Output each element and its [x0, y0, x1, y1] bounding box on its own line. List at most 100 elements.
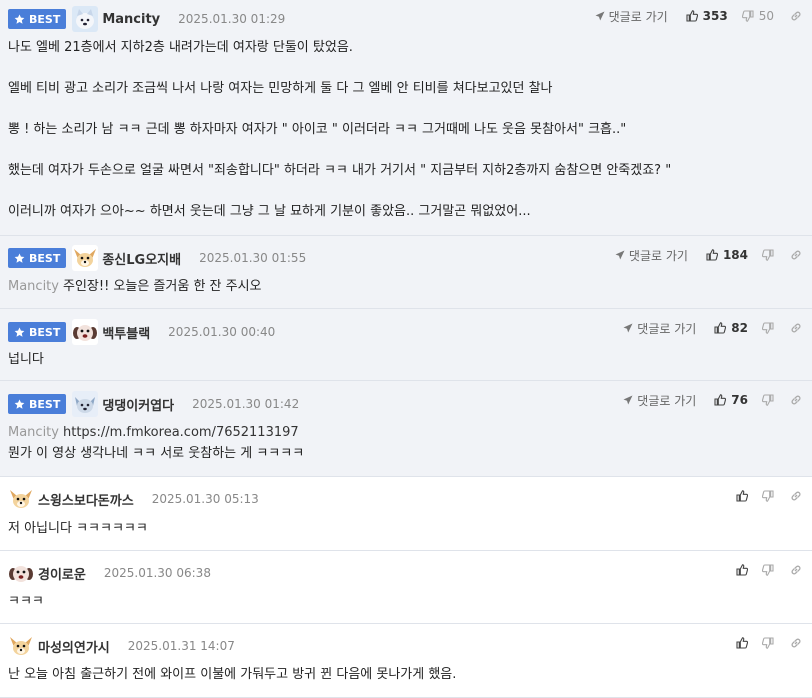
avatar[interactable]	[72, 245, 98, 271]
author-name[interactable]: 경이로운	[38, 564, 86, 583]
downvote-button[interactable]	[762, 564, 774, 576]
downvote-button[interactable]: 50	[742, 9, 774, 23]
comment-paragraph: 했는데 여자가 두손으로 얼굴 싸면서 "죄송합니다" 하더라 ㅋㅋ 내가 거기…	[8, 163, 672, 178]
comment-date: 2025.01.30 01:42	[192, 397, 300, 411]
thumbs-down-icon	[762, 637, 774, 649]
comment-item: BEST 백투블랙 2025.01.30 00:40 댓글로 가기 82 넙니다	[0, 309, 812, 381]
copy-link-button[interactable]	[790, 637, 802, 649]
thumbs-up-icon	[686, 10, 698, 22]
comment-actions: 댓글로 가기 76	[623, 381, 802, 419]
comment-header: 마성의연가시 2025.01.31 14:07	[8, 624, 235, 668]
comment-date: 2025.01.30 00:40	[168, 325, 276, 339]
thumbs-up-icon	[736, 564, 748, 576]
comment-text: 저 아닙니다 ㅋㅋㅋㅋㅋㅋ	[8, 521, 148, 536]
comment-body: 저 아닙니다 ㅋㅋㅋㅋㅋㅋ	[8, 518, 802, 539]
downvote-button[interactable]	[762, 490, 774, 502]
star-icon	[14, 327, 25, 338]
upvote-button[interactable]: 353	[686, 9, 728, 23]
best-badge: BEST	[8, 322, 67, 342]
copy-link-button[interactable]	[790, 490, 802, 502]
avatar[interactable]	[72, 6, 98, 32]
author-name[interactable]: 종신LG오지배	[102, 249, 181, 268]
go-to-reply-link[interactable]: 댓글로 가기	[623, 392, 696, 409]
comment-paragraph: 엘베 티비 광고 소리가 조금씩 나서 나랑 여자는 민망하게 둘 다 그 엘베…	[8, 81, 553, 96]
upvote-count: 76	[731, 393, 748, 407]
comment-body: Mancity 주인장!! 오늘은 즐거움 한 잔 주시오	[8, 276, 802, 297]
thumbs-down-icon	[762, 564, 774, 576]
link-icon	[790, 564, 802, 576]
comment-actions: 댓글로 가기 184	[615, 236, 802, 274]
copy-link-button[interactable]	[790, 564, 802, 576]
comment-actions	[736, 624, 802, 662]
avatar[interactable]	[8, 560, 34, 586]
comment-date: 2025.01.31 14:07	[127, 639, 235, 653]
link-icon	[790, 637, 802, 649]
copy-link-button[interactable]	[790, 10, 802, 22]
comment-header: 경이로운 2025.01.30 06:38	[8, 551, 211, 595]
upvote-count: 82	[731, 321, 748, 335]
comment-paragraph: 이러니까 여자가 으아~~ 하면서 웃는데 그냥 그 날 묘하게 기분이 좋았음…	[8, 204, 531, 219]
downvote-count: 50	[758, 9, 774, 23]
star-icon	[14, 253, 25, 264]
star-icon	[14, 399, 25, 410]
author-name[interactable]: 백투블랙	[102, 323, 150, 342]
best-badge: BEST	[8, 394, 67, 414]
link-icon	[790, 322, 802, 334]
best-badge: BEST	[8, 248, 67, 268]
thumbs-up-icon	[706, 249, 718, 261]
reply-arrow-icon	[623, 323, 633, 333]
go-to-reply-link[interactable]: 댓글로 가기	[615, 247, 688, 264]
thumbs-up-icon	[736, 490, 748, 502]
upvote-button[interactable]: 184	[706, 248, 748, 262]
avatar[interactable]	[8, 486, 34, 512]
comment-text: ㅋㅋㅋ	[8, 594, 44, 609]
thumbs-down-icon	[742, 10, 754, 22]
comment-url-link[interactable]: https://m.fmkorea.com/7652113197	[63, 425, 299, 440]
comment-body: 난 오늘 아침 출근하기 전에 와이프 이불에 가둬두고 방귀 뀐 다음에 못나…	[8, 664, 802, 685]
upvote-count: 353	[702, 9, 728, 23]
thumbs-down-icon	[762, 322, 774, 334]
reply-mention[interactable]: Mancity	[8, 279, 59, 294]
comment-item: 스윙스보다돈까스 2025.01.30 05:13 저 아닙니다 ㅋㅋㅋㅋㅋㅋ	[0, 477, 812, 551]
upvote-button[interactable]	[736, 564, 748, 576]
comment-paragraph: 뽕 ! 하는 소리가 남 ㅋㅋ 근데 뽕 하자마자 여자가 " 아이코 " 이러…	[8, 122, 627, 137]
avatar[interactable]	[72, 391, 98, 417]
comment-paragraph: 나도 엘베 21층에서 지하2층 내려가는데 여자랑 단둘이 탔었음.	[8, 40, 353, 55]
comment-text: 주인장!! 오늘은 즐거움 한 잔 주시오	[62, 279, 262, 294]
downvote-button[interactable]	[762, 249, 774, 261]
comment-header: BEST 댕댕이커엽다 2025.01.30 01:42	[8, 381, 299, 427]
copy-link-button[interactable]	[790, 249, 802, 261]
downvote-button[interactable]	[762, 637, 774, 649]
best-badge: BEST	[8, 9, 67, 29]
copy-link-button[interactable]	[790, 394, 802, 406]
author-name[interactable]: Mancity	[102, 12, 160, 27]
copy-link-button[interactable]	[790, 322, 802, 334]
avatar[interactable]	[8, 633, 34, 659]
thumbs-down-icon	[762, 490, 774, 502]
comment-date: 2025.01.30 01:29	[178, 12, 286, 26]
upvote-button[interactable]	[736, 637, 748, 649]
comment-item: 마성의연가시 2025.01.31 14:07 난 오늘 아침 출근하기 전에 …	[0, 624, 812, 698]
link-icon	[790, 490, 802, 502]
comment-actions	[736, 477, 802, 515]
author-name[interactable]: 마성의연가시	[38, 637, 110, 656]
upvote-button[interactable]	[736, 490, 748, 502]
avatar[interactable]	[72, 319, 98, 345]
go-to-reply-link[interactable]: 댓글로 가기	[623, 320, 696, 337]
comment-date: 2025.01.30 05:13	[151, 492, 259, 506]
author-name[interactable]: 스윙스보다돈까스	[38, 490, 134, 509]
downvote-button[interactable]	[762, 394, 774, 406]
comment-item: 경이로운 2025.01.30 06:38 ㅋㅋㅋ	[0, 551, 812, 624]
reply-mention[interactable]: Mancity	[8, 425, 59, 440]
author-name[interactable]: 댕댕이커엽다	[102, 395, 174, 414]
upvote-button[interactable]: 76	[714, 393, 748, 407]
comment-date: 2025.01.30 01:55	[199, 251, 307, 265]
reply-arrow-icon	[595, 11, 605, 21]
reply-arrow-icon	[615, 250, 625, 260]
downvote-button[interactable]	[762, 322, 774, 334]
link-icon	[790, 10, 802, 22]
go-to-reply-link[interactable]: 댓글로 가기	[595, 8, 668, 25]
upvote-button[interactable]: 82	[714, 321, 748, 335]
star-icon	[14, 14, 25, 25]
comment-item: BEST 종신LG오지배 2025.01.30 01:55 댓글로 가기 184…	[0, 236, 812, 309]
